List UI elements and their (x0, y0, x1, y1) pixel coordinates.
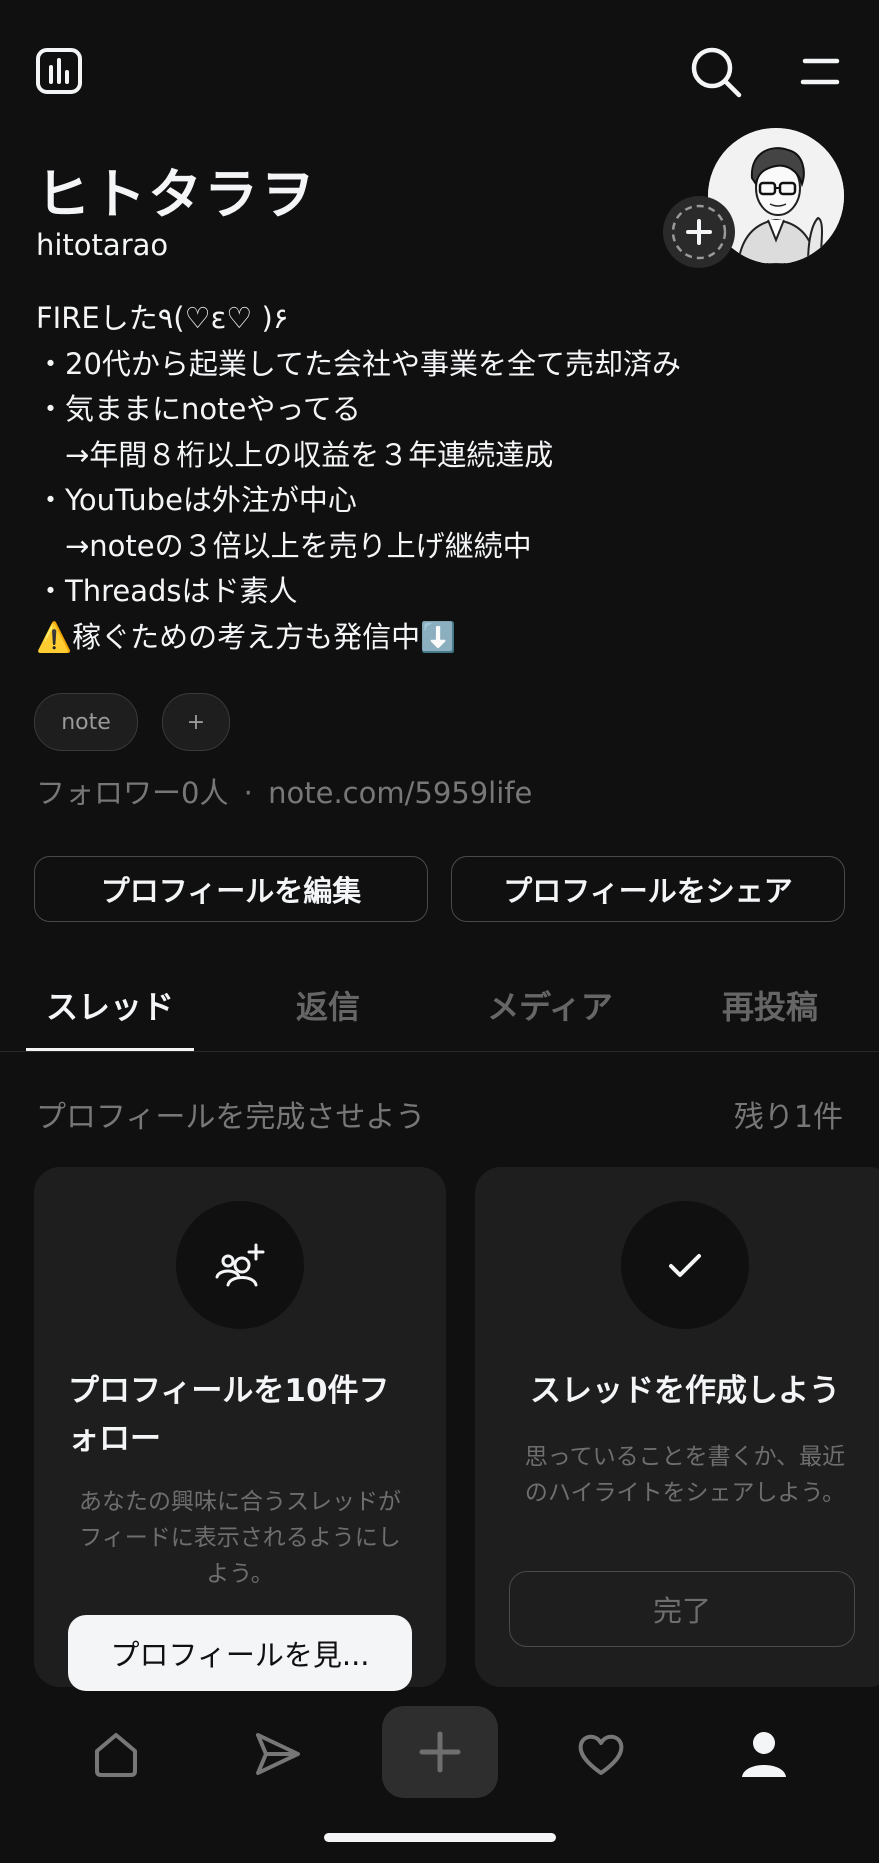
followers-count[interactable]: フォロワー0人 (36, 776, 228, 810)
card-description: 思っていることを書くか、最近のハイライトをシェアしよう。 (524, 1444, 846, 1506)
tab-replies[interactable]: 返信 (258, 982, 398, 1028)
add-people-icon (215, 1243, 265, 1287)
card-description: あなたの興味に合うスレッドがフィードに表示されるようにしよう。 (79, 1489, 401, 1587)
card-title: プロフィールを10件フォロー (68, 1373, 390, 1457)
card-title: スレッドを作成しよう (530, 1373, 840, 1409)
follow-profiles-card: プロフィールを10件フォロー あなたの興味に合うスレッドがフィードに表示されるよ… (34, 1167, 446, 1691)
insights-icon[interactable] (34, 46, 84, 96)
followers-line: フォロワー0人 · note.com/5959life (36, 770, 532, 812)
separator: · (243, 776, 253, 810)
profile-bio: FIREした٩(♡ε♡ )۶ ・20代から起業してた会社や事業を全て売却済み ・… (36, 301, 682, 654)
create-thread-card: スレッドを作成しよう 思っていることを書くか、最近のハイライトをシェアしよう。 … (475, 1167, 879, 1687)
tab-threads[interactable]: スレッド (26, 982, 194, 1028)
profile-link[interactable]: note.com/5959life (268, 776, 532, 810)
menu-icon[interactable] (796, 50, 844, 94)
send-icon[interactable] (222, 1712, 332, 1796)
card-icon-circle (176, 1201, 304, 1329)
tab-media[interactable]: メディア (470, 982, 630, 1028)
edit-profile-button[interactable]: プロフィールを編集 (34, 856, 428, 922)
card-icon-circle (621, 1201, 749, 1329)
plus-icon[interactable] (382, 1706, 498, 1798)
tab-reposts[interactable]: 再投稿 (700, 982, 840, 1028)
add-story-button[interactable] (663, 196, 735, 268)
remaining-count: 残り1件 (733, 1100, 843, 1135)
profile-icon[interactable] (709, 1712, 819, 1796)
tabs-divider (0, 1051, 879, 1052)
search-icon[interactable] (688, 44, 744, 100)
profile-handle: hitotarao (36, 228, 169, 262)
complete-profile-title: プロフィールを完成させよう (36, 1100, 426, 1135)
add-link-chip[interactable]: + (162, 693, 230, 751)
home-icon[interactable] (61, 1712, 171, 1796)
profile-name: ヒトタラヲ (36, 163, 316, 226)
heart-icon[interactable] (546, 1712, 656, 1796)
share-profile-button[interactable]: プロフィールをシェア (451, 856, 845, 922)
home-indicator (324, 1833, 556, 1842)
view-profiles-button[interactable]: プロフィールを見... (68, 1615, 412, 1691)
check-icon (669, 1254, 701, 1277)
note-chip[interactable]: note (34, 693, 138, 751)
done-button[interactable]: 完了 (509, 1571, 855, 1647)
